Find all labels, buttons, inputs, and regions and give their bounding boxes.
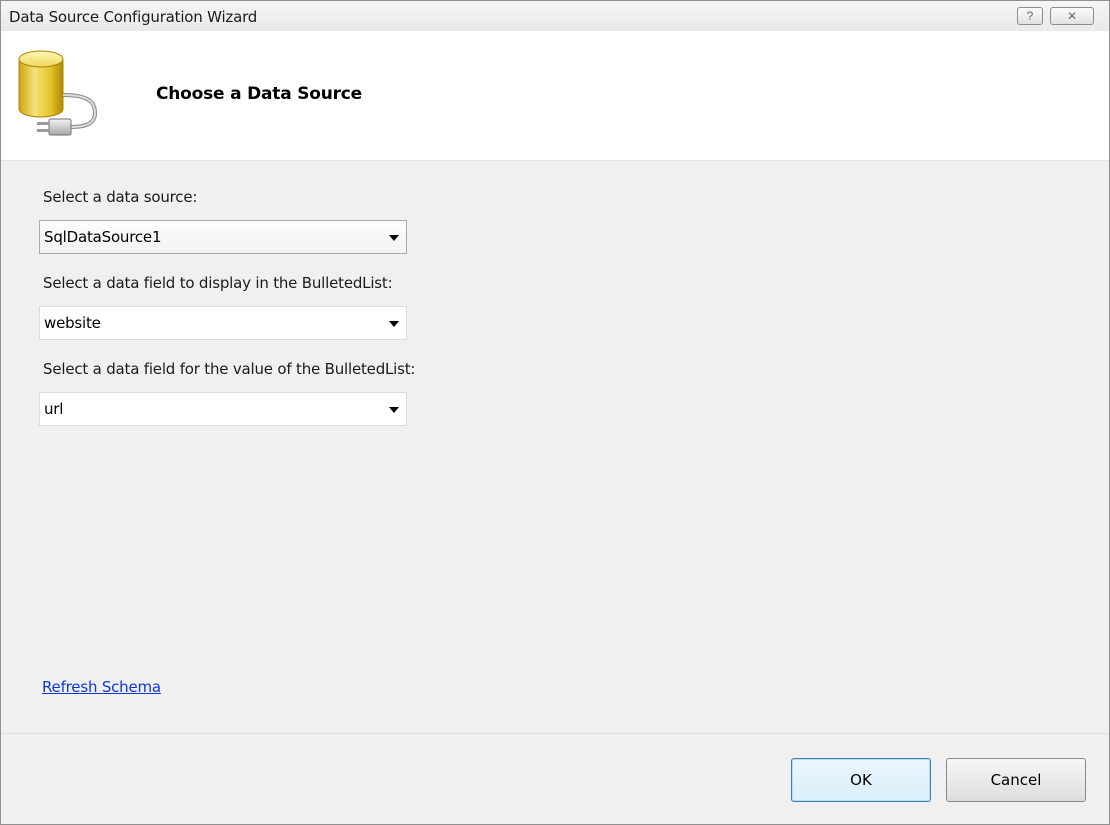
display-field-select[interactable]: website: [39, 306, 407, 340]
refresh-schema-link[interactable]: Refresh Schema: [42, 678, 161, 696]
database-plug-icon: [18, 50, 98, 136]
value-field-value: url: [44, 400, 64, 418]
display-field-label: Select a data field to display in the Bu…: [43, 274, 393, 292]
footer-divider: [1, 733, 1109, 734]
chevron-down-icon: [389, 321, 399, 327]
data-source-select[interactable]: SqlDataSource1: [39, 220, 407, 254]
value-field-label: Select a data field for the value of the…: [43, 360, 416, 378]
close-button[interactable]: ✕: [1050, 7, 1094, 25]
cancel-button[interactable]: Cancel: [946, 758, 1086, 802]
data-source-label: Select a data source:: [43, 188, 198, 206]
title-bar: Data Source Configuration Wizard ? ✕: [1, 1, 1109, 31]
wizard-window: Data Source Configuration Wizard ? ✕ Cho…: [0, 0, 1110, 825]
help-button[interactable]: ?: [1017, 7, 1043, 25]
ok-button[interactable]: OK: [791, 758, 931, 802]
chevron-down-icon: [389, 235, 399, 241]
page-title: Choose a Data Source: [156, 84, 363, 104]
wizard-header: Choose a Data Source: [1, 31, 1109, 161]
window-title: Data Source Configuration Wizard: [9, 8, 258, 26]
value-field-select[interactable]: url: [39, 392, 407, 426]
display-field-value: website: [44, 314, 101, 332]
data-source-value: SqlDataSource1: [44, 228, 162, 246]
chevron-down-icon: [389, 407, 399, 413]
